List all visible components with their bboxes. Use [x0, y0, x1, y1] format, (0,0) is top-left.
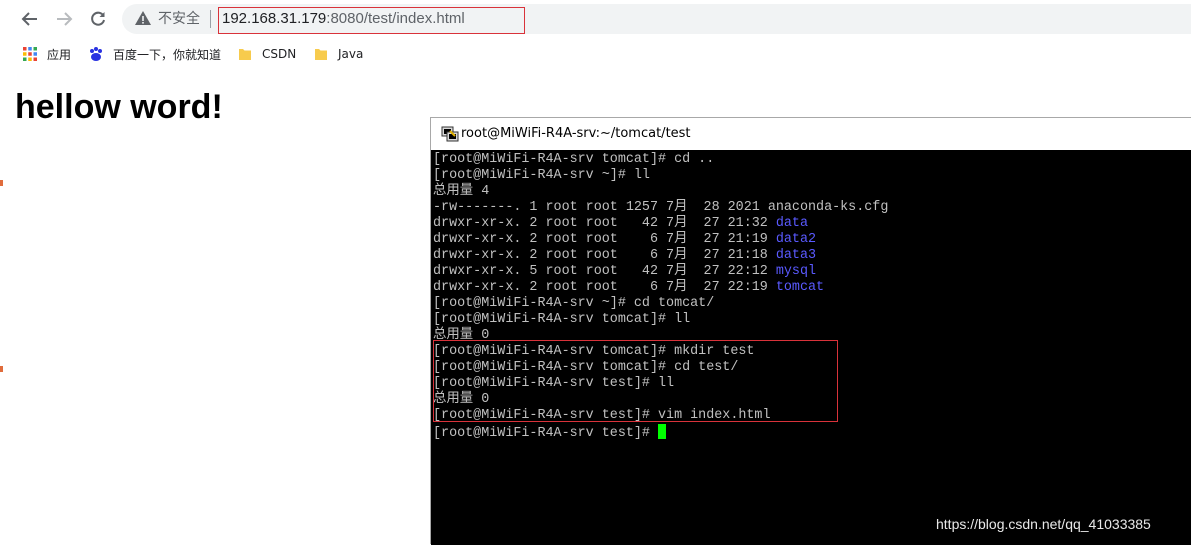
terminal-line-text: drwxr-xr-x. 2 root root 6 7月 27 21:18 [433, 248, 776, 263]
arrow-left-icon [21, 12, 37, 26]
reload-button[interactable] [86, 7, 110, 31]
directory-name: data3 [775, 248, 817, 263]
terminal-window[interactable]: root@MiWiFi-R4A-srv:~/tomcat/test [root@… [430, 117, 1191, 545]
directory-name: tomcat [775, 280, 825, 295]
terminal-line-text: [root@MiWiFi-R4A-srv tomcat]# cd .. [433, 152, 715, 167]
directory-name: mysql [775, 264, 817, 279]
back-button[interactable] [18, 7, 42, 31]
bookmark-label: 应用 [47, 47, 72, 62]
directory-name: data2 [775, 232, 817, 247]
terminal-line: 总用量 4 [433, 184, 888, 200]
bookmark-csdn[interactable]: CSDN [237, 44, 296, 64]
terminal-line: [root@MiWiFi-R4A-srv test]# [433, 424, 888, 441]
terminal-line-text: drwxr-xr-x. 2 root root 42 7月 27 21:32 [433, 216, 776, 231]
bookmark-apps[interactable]: 应用 [22, 44, 71, 64]
watermark: https://blog.csdn.net/qq_41033385 [936, 516, 1151, 532]
terminal-line: [root@MiWiFi-R4A-srv tomcat]# ll [433, 312, 888, 328]
forward-button[interactable] [52, 7, 76, 31]
terminal-title: root@MiWiFi-R4A-srv:~/tomcat/test [461, 126, 691, 141]
terminal-line: [root@MiWiFi-R4A-srv ~]# cd tomcat/ [433, 296, 888, 312]
bookmark-baidu[interactable]: 百度一下，你就知道 [88, 44, 221, 64]
terminal-line: drwxr-xr-x. 2 root root 6 7月 27 21:18 da… [433, 248, 888, 264]
browser-toolbar: 不安全 192.168.31.179:8080/test/index.html [0, 0, 1191, 38]
baidu-paw-icon [90, 47, 102, 61]
terminal-line-text: 总用量 4 [433, 184, 490, 199]
bookmark-java[interactable]: Java [313, 44, 363, 64]
warning-triangle-icon [135, 11, 151, 25]
terminal-cursor [658, 424, 666, 439]
terminal-line-text: [root@MiWiFi-R4A-srv test]# [433, 426, 658, 441]
security-status[interactable]: 不安全 [158, 10, 200, 28]
terminal-line: drwxr-xr-x. 2 root root 6 7月 27 22:19 to… [433, 280, 888, 296]
url-highlight-box [218, 7, 525, 34]
bookmark-label: Java [338, 47, 364, 61]
terminal-line: -rw-------. 1 root root 1257 7月 28 2021 … [433, 200, 888, 216]
apps-grid-icon [23, 47, 37, 61]
terminal-line-text: [root@MiWiFi-R4A-srv ~]# cd tomcat/ [433, 296, 715, 311]
command-highlight-box [433, 340, 838, 422]
terminal-line: drwxr-xr-x. 2 root root 42 7月 27 21:32 d… [433, 216, 888, 232]
terminal-screen[interactable]: [root@MiWiFi-R4A-srv tomcat]# cd .. [root… [431, 150, 1191, 545]
terminal-line: drwxr-xr-x. 2 root root 6 7月 27 21:19 da… [433, 232, 888, 248]
terminal-titlebar[interactable]: root@MiWiFi-R4A-srv:~/tomcat/test [431, 118, 1191, 150]
page-heading: hellow word! [15, 88, 223, 126]
folder-icon [315, 49, 327, 60]
edge-artifact [0, 366, 3, 372]
terminal-line: drwxr-xr-x. 5 root root 42 7月 27 22:12 m… [433, 264, 888, 280]
terminal-line: [root@MiWiFi-R4A-srv tomcat]# cd .. [433, 152, 888, 168]
bookmark-label: CSDN [262, 47, 297, 61]
reload-icon [91, 11, 105, 26]
bookmark-label: 百度一下，你就知道 [113, 47, 222, 62]
edge-artifact [0, 180, 3, 186]
terminal-line-text: -rw-------. 1 root root 1257 7月 28 2021 … [433, 200, 889, 215]
putty-icon [441, 126, 459, 142]
folder-icon [239, 49, 251, 60]
arrow-right-icon [57, 12, 73, 26]
directory-name: data [775, 216, 809, 231]
terminal-line: [root@MiWiFi-R4A-srv ~]# ll [433, 168, 888, 184]
terminal-line-text: [root@MiWiFi-R4A-srv ~]# ll [433, 168, 650, 183]
terminal-line-text: drwxr-xr-x. 2 root root 6 7月 27 21:19 [433, 232, 776, 247]
address-divider [210, 10, 211, 28]
terminal-line-text: [root@MiWiFi-R4A-srv tomcat]# ll [433, 312, 691, 327]
terminal-line-text: drwxr-xr-x. 2 root root 6 7月 27 22:19 [433, 280, 776, 295]
terminal-line-text: drwxr-xr-x. 5 root root 42 7月 27 22:12 [433, 264, 776, 279]
